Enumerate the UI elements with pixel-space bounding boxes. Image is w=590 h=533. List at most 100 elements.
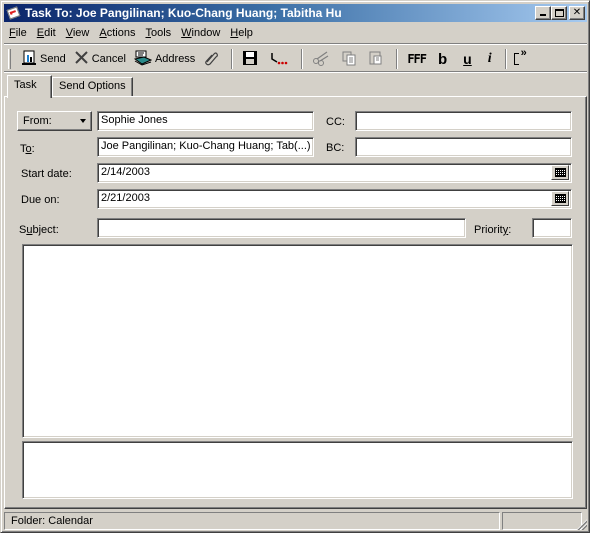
due-on-value: 2/21/2003 bbox=[101, 192, 150, 204]
address-book-icon bbox=[133, 50, 153, 69]
close-icon: ✕ bbox=[572, 7, 582, 18]
calendar-icon bbox=[555, 168, 566, 177]
menu-file[interactable]: File bbox=[4, 27, 32, 39]
bold-button[interactable]: b bbox=[430, 48, 455, 70]
italic-button[interactable]: i bbox=[480, 48, 500, 70]
due-on-label: Due on: bbox=[21, 194, 60, 206]
cut-button[interactable] bbox=[308, 48, 337, 70]
status-bar: Folder: Calendar bbox=[4, 511, 587, 531]
attach-file-button[interactable] bbox=[199, 48, 226, 70]
overflow-chevron-icon: » bbox=[520, 47, 527, 59]
priority-label: Priority: bbox=[474, 224, 511, 236]
address-button[interactable]: Address bbox=[130, 48, 199, 70]
paste-button[interactable] bbox=[364, 48, 391, 70]
underline-icon: u bbox=[463, 51, 472, 67]
menu-edit-accel: E bbox=[36, 26, 45, 39]
italic-icon: i bbox=[487, 51, 492, 66]
paste-icon bbox=[368, 50, 384, 69]
toolbar-separator bbox=[301, 49, 304, 69]
start-date-field[interactable]: 2/14/2003 bbox=[97, 163, 572, 183]
priority-field[interactable] bbox=[532, 218, 572, 238]
notes-textarea[interactable] bbox=[22, 441, 573, 499]
menu-window-label: indow bbox=[191, 26, 221, 39]
font-button[interactable]: FFF bbox=[403, 48, 430, 70]
menu-view[interactable]: View bbox=[61, 27, 95, 39]
save-button[interactable] bbox=[238, 48, 265, 70]
subject-label-post: bject: bbox=[32, 224, 59, 236]
cancel-label: Cancel bbox=[91, 53, 126, 65]
status-right-pane bbox=[502, 512, 582, 530]
menu-file-accel: F bbox=[9, 26, 16, 39]
to-field[interactable]: Joe Pangilinan; Kuo-Chang Huang; Tab(...… bbox=[97, 137, 314, 157]
menu-bar: File Edit View Actions Tools Window Help bbox=[4, 23, 587, 42]
scissors-icon bbox=[312, 50, 330, 69]
font-icon: FFF bbox=[407, 52, 427, 66]
menu-view-accel: V bbox=[65, 26, 73, 39]
maximize-button[interactable] bbox=[551, 6, 567, 20]
menu-actions-accel: A bbox=[99, 26, 107, 39]
chevron-down-icon bbox=[80, 119, 86, 123]
message-body-textarea[interactable] bbox=[22, 244, 573, 438]
menu-edit[interactable]: Edit bbox=[32, 27, 61, 39]
send-button[interactable]: Send bbox=[17, 48, 70, 70]
menu-tools[interactable]: Tools bbox=[140, 27, 176, 39]
title-bar[interactable]: Task To: Joe Pangilinan; Kuo-Chang Huang… bbox=[4, 4, 587, 22]
recurrence-icon bbox=[269, 50, 289, 69]
cc-field[interactable] bbox=[355, 111, 572, 131]
start-date-label: Start date: bbox=[21, 168, 72, 180]
menu-help[interactable]: Help bbox=[225, 27, 258, 39]
start-date-value: 2/14/2003 bbox=[101, 166, 150, 178]
address-label: Address bbox=[154, 53, 196, 65]
tab-strip: Task Send Options bbox=[4, 75, 587, 98]
priority-label-pre: Priorit bbox=[474, 224, 503, 236]
menu-file-label: ile bbox=[15, 26, 27, 39]
bold-icon: b bbox=[438, 50, 448, 68]
close-button[interactable]: ✕ bbox=[569, 6, 585, 20]
menu-window[interactable]: Window bbox=[176, 27, 225, 39]
subject-field[interactable] bbox=[97, 218, 466, 238]
maximize-icon bbox=[555, 9, 564, 17]
toolbar-grip[interactable] bbox=[8, 49, 11, 69]
status-folder: Folder: Calendar bbox=[4, 512, 500, 530]
due-on-field[interactable]: 2/21/2003 bbox=[97, 189, 572, 209]
toolbar-separator bbox=[231, 49, 234, 69]
copy-button[interactable] bbox=[337, 48, 364, 70]
cc-label: CC: bbox=[326, 116, 345, 128]
start-date-picker-button[interactable] bbox=[551, 165, 569, 180]
window-title: Task To: Joe Pangilinan; Kuo-Chang Huang… bbox=[25, 6, 342, 20]
cancel-button[interactable]: Cancel bbox=[70, 48, 130, 70]
copy-icon bbox=[341, 50, 357, 69]
underline-button[interactable]: u bbox=[455, 48, 480, 70]
calendar-icon bbox=[555, 194, 566, 203]
toolbar-separator bbox=[396, 49, 399, 69]
menu-view-label: iew bbox=[72, 26, 90, 39]
to-label: To: bbox=[20, 143, 35, 155]
minimize-icon bbox=[540, 14, 546, 16]
from-field[interactable]: Sophie Jones bbox=[97, 111, 314, 131]
tab-task[interactable]: Task bbox=[7, 75, 52, 98]
menu-actions[interactable]: Actions bbox=[94, 27, 140, 39]
to-label-post: : bbox=[31, 143, 35, 155]
minimize-button[interactable] bbox=[535, 6, 551, 20]
task-window: Task To: Joe Pangilinan; Kuo-Chang Huang… bbox=[0, 0, 590, 533]
tab-send-options[interactable]: Send Options bbox=[52, 77, 133, 97]
from-label: From: bbox=[23, 115, 52, 127]
menu-help-label: elp bbox=[238, 26, 253, 39]
due-date-picker-button[interactable] bbox=[551, 191, 569, 206]
task-app-icon[interactable] bbox=[6, 6, 22, 20]
cancel-icon bbox=[74, 50, 89, 68]
save-icon bbox=[242, 50, 258, 69]
menu-actions-label: ctions bbox=[106, 26, 136, 39]
subject-label: Subject: bbox=[19, 224, 59, 236]
bc-field[interactable] bbox=[355, 137, 572, 157]
paperclip-icon bbox=[203, 50, 219, 69]
menu-window-accel: W bbox=[181, 26, 192, 39]
menu-edit-label: dit bbox=[44, 26, 56, 39]
toolbar-overflow-button[interactable]: » bbox=[512, 47, 529, 70]
bc-label: BC: bbox=[326, 142, 345, 154]
from-dropdown-button[interactable]: From: bbox=[17, 111, 92, 131]
resize-grip-icon[interactable] bbox=[575, 518, 587, 530]
send-label: Send bbox=[40, 53, 66, 65]
menu-tools-label: ools bbox=[150, 26, 172, 39]
recurrence-button[interactable] bbox=[265, 48, 296, 70]
